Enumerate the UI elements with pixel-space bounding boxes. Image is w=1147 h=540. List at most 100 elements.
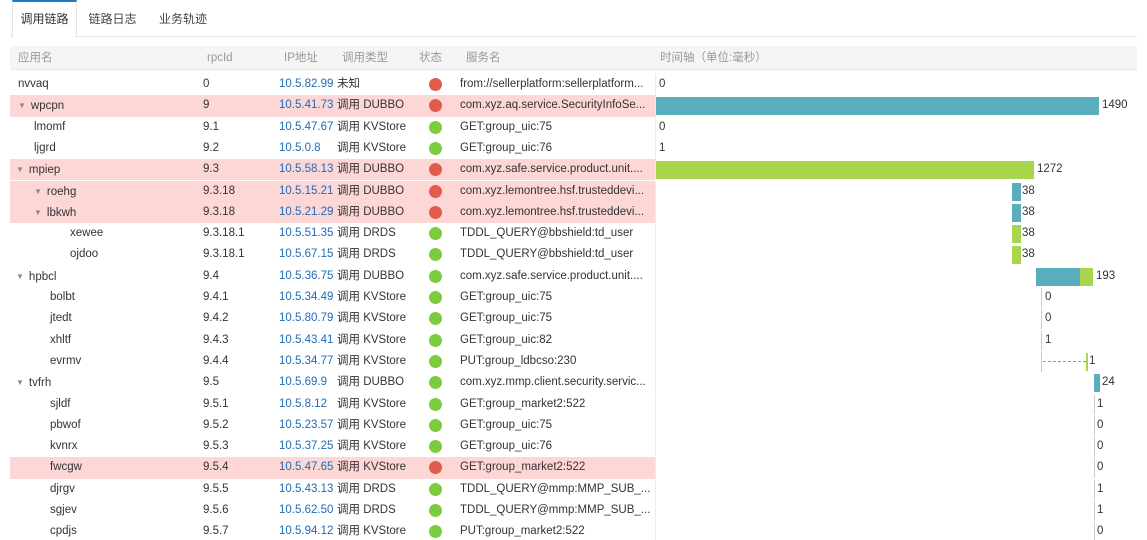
service-name[interactable]: GET:group_uic:75 xyxy=(460,308,552,329)
app-name-cell: ▼ roehg xyxy=(34,181,76,203)
timeline-bar[interactable] xyxy=(1086,352,1088,371)
timeline-start-tick xyxy=(1041,351,1042,372)
table-row[interactable]: ljgrd 9.2 10.5.0.8 调用 KVStore GET:group_uic:… xyxy=(10,137,1137,160)
table-row[interactable]: ▼ mpiep 9.3 10.5.58.13 调用 DUBBO com.xyz.safe.… xyxy=(10,159,1137,181)
ip-address-link[interactable]: 10.5.47.67 xyxy=(279,117,333,138)
service-name[interactable]: GET:group_uic:76 xyxy=(460,436,552,457)
caret-down-icon[interactable]: ▼ xyxy=(16,266,24,287)
table-row[interactable]: nvvaq 0 10.5.82.99 未知 from://sellerplatform:… xyxy=(10,74,1137,96)
table-row[interactable]: ▼ hpbcl 9.4 10.5.36.75 调用 DUBBO com.xyz.safe.… xyxy=(10,265,1137,287)
table-row[interactable]: sgjev 9.5.6 10.5.62.50 调用 DRDS TDDL_QUERY@mm… xyxy=(10,500,1137,522)
caret-down-icon[interactable]: ▼ xyxy=(34,202,42,223)
caret-down-icon[interactable]: ▼ xyxy=(18,95,26,116)
table-row[interactable]: pbwof 9.5.2 10.5.23.57 调用 KVStore GET:group_… xyxy=(10,414,1137,437)
service-name[interactable]: GET:group_uic:75 xyxy=(460,415,552,436)
timeline-bar[interactable] xyxy=(656,161,1034,180)
service-name[interactable]: com.xyz.safe.service.product.unit.... xyxy=(460,159,643,180)
service-name[interactable]: com.xyz.aq.service.SecurityInfoSe... xyxy=(460,95,645,116)
service-name[interactable]: PUT:group_ldbcso:230 xyxy=(460,351,576,372)
service-name[interactable]: GET:group_uic:82 xyxy=(460,330,552,351)
table-row[interactable]: sjldf 9.5.1 10.5.8.12 调用 KVStore GET:group_m… xyxy=(10,393,1137,415)
ip-address-link[interactable]: 10.5.34.49 xyxy=(279,287,333,308)
table-row[interactable]: evrmv 9.4.4 10.5.34.77 调用 KVStore PUT:group_… xyxy=(10,350,1137,373)
table-row[interactable]: ▼ lbkwh 9.3.18 10.5.21.29 调用 DUBBO com.xyz.le… xyxy=(10,201,1137,224)
timeline-bar[interactable] xyxy=(1080,267,1093,286)
service-name[interactable]: PUT:group_market2:522 xyxy=(460,521,585,540)
table-row[interactable]: ojdoo 9.3.18.1 10.5.67.15 调用 DRDS TDDL_QUERY… xyxy=(10,244,1137,266)
ip-address-link[interactable]: 10.5.8.12 xyxy=(279,394,327,415)
ip-address-link[interactable]: 10.5.21.29 xyxy=(279,202,333,223)
timeline-bar[interactable] xyxy=(656,97,1099,116)
service-name[interactable]: com.xyz.lemontree.hsf.trusteddevi... xyxy=(460,181,644,202)
timeline-bar[interactable] xyxy=(1012,225,1021,244)
service-name[interactable]: com.xyz.lemontree.hsf.trusteddevi... xyxy=(460,202,644,223)
ip-address-link[interactable]: 10.5.0.8 xyxy=(279,138,321,159)
ip-address-link[interactable]: 10.5.43.13 xyxy=(279,479,333,500)
tab-business-trace[interactable]: 业务轨迹 xyxy=(148,0,218,37)
duration-label: 0 xyxy=(659,78,666,90)
caret-down-icon[interactable]: ▼ xyxy=(34,181,42,202)
header-type[interactable]: 调用类型 xyxy=(342,46,388,70)
call-type: 调用 KVStore xyxy=(337,525,407,538)
service-name[interactable]: TDDL_QUERY@bbshield:td_user xyxy=(460,244,633,265)
app-name: pbwof xyxy=(50,418,81,431)
timeline-bar[interactable] xyxy=(1012,246,1021,265)
timeline-bar[interactable] xyxy=(1036,267,1080,286)
header-ip[interactable]: IP地址 xyxy=(284,46,318,70)
service-name[interactable]: TDDL_QUERY@bbshield:td_user xyxy=(460,223,633,244)
caret-down-icon[interactable]: ▼ xyxy=(16,159,24,180)
table-row[interactable]: xhltf 9.4.3 10.5.43.41 调用 KVStore GET:group_… xyxy=(10,329,1137,351)
duration-label: 38 xyxy=(1022,184,1035,197)
ip-address-link[interactable]: 10.5.69.9 xyxy=(279,372,327,393)
service-name[interactable]: GET:group_uic:76 xyxy=(460,138,552,159)
table-row[interactable]: bolbt 9.4.1 10.5.34.49 调用 KVStore GET:group_… xyxy=(10,287,1137,309)
timeline-start-tick xyxy=(1041,330,1042,351)
table-row[interactable]: ▼ wpcpn 9 10.5.41.73 调用 DUBBO com.xyz.aq.serv… xyxy=(10,95,1137,117)
service-name[interactable]: GET:group_uic:75 xyxy=(460,117,552,138)
table-row[interactable]: ▼ roehg 9.3.18 10.5.15.21 调用 DUBBO com.xyz.le… xyxy=(10,180,1137,203)
service-name[interactable]: com.xyz.mmp.client.security.servic... xyxy=(460,372,646,393)
ip-address-link[interactable]: 10.5.23.57 xyxy=(279,415,333,436)
service-name[interactable]: GET:group_market2:522 xyxy=(460,457,585,478)
header-timeline[interactable]: 时间轴（单位:毫秒） xyxy=(660,46,767,70)
header-status[interactable]: 状态 xyxy=(419,46,442,70)
ip-address-link[interactable]: 10.5.80.79 xyxy=(279,308,333,329)
service-name[interactable]: TDDL_QUERY@mmp:MMP_SUB_... xyxy=(460,500,650,521)
app-name-cell: ▼ lbkwh xyxy=(34,202,76,224)
timeline-bar[interactable] xyxy=(1012,203,1021,222)
ip-address-link[interactable]: 10.5.15.21 xyxy=(279,181,333,202)
timeline-bar[interactable] xyxy=(1012,182,1021,201)
service-name[interactable]: GET:group_market2:522 xyxy=(460,394,585,415)
ip-address-link[interactable]: 10.5.37.25 xyxy=(279,436,333,457)
header-rpcid[interactable]: rpcId xyxy=(207,46,233,70)
ip-address-link[interactable]: 10.5.34.77 xyxy=(279,351,333,372)
caret-down-icon[interactable]: ▼ xyxy=(16,372,24,393)
service-name[interactable]: GET:group_uic:75 xyxy=(460,287,552,308)
tab-chain-log[interactable]: 链路日志 xyxy=(80,0,145,37)
ip-address-link[interactable]: 10.5.36.75 xyxy=(279,266,333,287)
ip-address-link[interactable]: 10.5.62.50 xyxy=(279,500,333,521)
table-row[interactable]: djrgv 9.5.5 10.5.43.13 调用 DRDS TDDL_QUERY@mm… xyxy=(10,478,1137,500)
table-row[interactable]: fwcgw 9.5.4 10.5.47.65 调用 KVStore GET:group_… xyxy=(10,457,1137,479)
table-row[interactable]: xewee 9.3.18.1 10.5.51.35 调用 DRDS TDDL_QUERY… xyxy=(10,223,1137,245)
ip-address-link[interactable]: 10.5.58.13 xyxy=(279,159,333,180)
table-row[interactable]: ▼ tvfrh 9.5 10.5.69.9 调用 DUBBO com.xyz.mmp.cl… xyxy=(10,372,1137,394)
header-service[interactable]: 服务名 xyxy=(466,46,501,70)
service-name[interactable]: com.xyz.safe.service.product.unit.... xyxy=(460,266,643,287)
ip-address-link[interactable]: 10.5.43.41 xyxy=(279,330,333,351)
table-row[interactable]: lmomf 9.1 10.5.47.67 调用 KVStore GET:group_ui… xyxy=(10,116,1137,138)
ip-address-link[interactable]: 10.5.67.15 xyxy=(279,244,333,265)
header-app[interactable]: 应用名 xyxy=(18,46,53,70)
ip-address-link[interactable]: 10.5.51.35 xyxy=(279,223,333,244)
ip-address-link[interactable]: 10.5.94.12 xyxy=(279,521,333,540)
ip-address-link[interactable]: 10.5.47.65 xyxy=(279,457,333,478)
service-name[interactable]: TDDL_QUERY@mmp:MMP_SUB_... xyxy=(460,479,650,500)
ip-address-link[interactable]: 10.5.41.73 xyxy=(279,95,333,116)
table-row[interactable]: cpdjs 9.5.7 10.5.94.12 调用 KVStore PUT:group_… xyxy=(10,521,1137,540)
ip-address-link[interactable]: 10.5.82.99 xyxy=(279,74,333,95)
timeline-bar[interactable] xyxy=(1094,374,1100,393)
service-name[interactable]: from://sellerplatform:sellerplatform... xyxy=(460,74,643,95)
table-row[interactable]: jtedt 9.4.2 10.5.80.79 调用 KVStore GET:group_… xyxy=(10,308,1137,330)
table-row[interactable]: kvnrx 9.5.3 10.5.37.25 调用 KVStore GET:group_… xyxy=(10,436,1137,458)
tab-call-chain[interactable]: 调用链路 xyxy=(12,0,77,38)
